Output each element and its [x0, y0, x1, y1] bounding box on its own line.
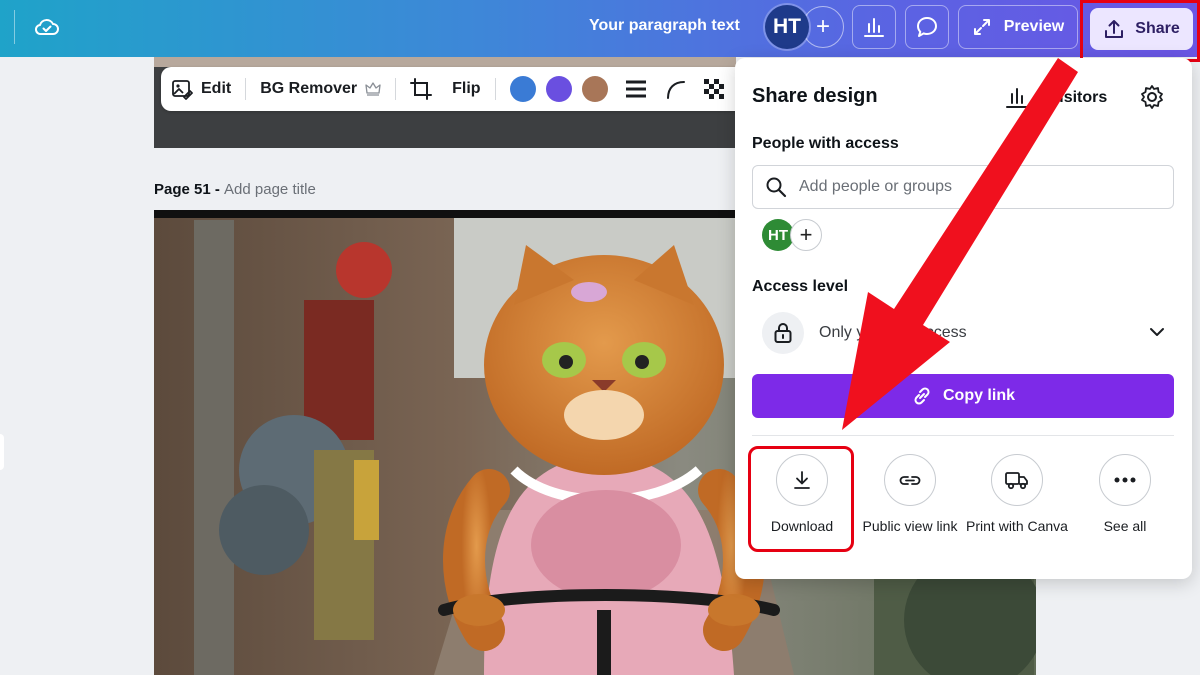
divider: [14, 10, 15, 44]
analytics-button[interactable]: [852, 5, 896, 49]
bg-remover-label: BG Remover: [260, 80, 358, 97]
divider: [245, 78, 247, 100]
add-page-title[interactable]: Add page title: [224, 181, 316, 198]
bg-remover-button[interactable]: BG Remover: [260, 80, 381, 98]
divider: [395, 78, 397, 100]
truck-icon: [1005, 472, 1028, 490]
access-level-dropdown[interactable]: Only you can access: [762, 311, 1174, 355]
share-highlight-box: Share: [1080, 0, 1200, 62]
edit-label: Edit: [201, 80, 232, 97]
add-people-search[interactable]: [752, 165, 1174, 209]
cloud-saved-icon[interactable]: [33, 13, 61, 41]
flip-label: Flip: [452, 80, 481, 97]
upload-icon: [1105, 20, 1124, 38]
preview-label: Preview: [1003, 18, 1065, 35]
context-toolbar: Edit BG Remover Flip: [161, 67, 736, 111]
crop-icon: [410, 78, 433, 100]
public-view-link-option[interactable]: Public view link: [856, 454, 964, 534]
gear-icon[interactable]: [1139, 84, 1165, 110]
link-icon: [899, 476, 921, 485]
top-bar: Your paragraph text + HT Preview Share: [0, 0, 1200, 62]
plus-icon: +: [799, 222, 813, 247]
edit-image-icon: [172, 80, 193, 100]
share-panel: Share design 0 visitors People with acce…: [735, 58, 1192, 579]
copy-link-label: Copy link: [942, 387, 1015, 404]
document-title[interactable]: Your paragraph text: [589, 17, 740, 35]
public-link-circle: [884, 454, 936, 506]
corner-rounding-icon[interactable]: [664, 78, 688, 100]
see-all-option[interactable]: See all: [1071, 454, 1179, 534]
copy-link-button[interactable]: Copy link: [752, 374, 1174, 418]
side-panel-handle[interactable]: [0, 434, 4, 470]
comment-icon: [917, 17, 937, 37]
print-with-canva-label: Print with Canva: [966, 518, 1068, 534]
expand-icon: [973, 19, 990, 35]
user-avatar[interactable]: HT: [765, 5, 809, 49]
more-icon: [1114, 477, 1136, 483]
color-swatch-brown[interactable]: [581, 76, 608, 102]
transparency-icon[interactable]: [703, 79, 724, 99]
see-all-label: See all: [1103, 518, 1147, 534]
color-swatch-purple[interactable]: [545, 76, 572, 102]
page-label: Page 51 - Add page title: [154, 181, 316, 198]
member-list: HT +: [762, 219, 822, 251]
download-highlight-box: [748, 446, 854, 552]
preview-button[interactable]: Preview: [958, 5, 1078, 49]
see-all-circle: [1099, 454, 1151, 506]
share-label: Share: [1135, 20, 1180, 37]
search-icon: [766, 177, 787, 198]
image-strip: [154, 57, 736, 67]
visitors-button[interactable]: 0 visitors: [1005, 87, 1107, 109]
color-swatch-blue[interactable]: [509, 76, 536, 102]
flip-button[interactable]: Flip: [452, 80, 480, 98]
visitors-count: 0 visitors: [1037, 89, 1108, 106]
add-people-input[interactable]: [797, 177, 1141, 197]
public-view-link-label: Public view link: [862, 518, 958, 534]
bar-chart-icon: [864, 18, 884, 37]
people-with-access-heading: People with access: [752, 135, 899, 152]
bar-chart-icon: [1006, 88, 1028, 108]
access-level-value: Only you can access: [819, 324, 967, 341]
chevron-down-icon: [1150, 328, 1164, 336]
plus-icon: +: [815, 13, 830, 40]
edit-image-button[interactable]: Edit: [171, 78, 231, 100]
lock-icon: [774, 323, 792, 343]
access-level-heading: Access level: [752, 278, 849, 295]
page-number: Page 51 -: [154, 181, 225, 198]
divider: [494, 78, 496, 100]
divider: [752, 435, 1174, 436]
crown-icon: [365, 82, 381, 96]
lock-icon-wrap: [762, 312, 804, 354]
print-circle: [991, 454, 1043, 506]
border-style-icon[interactable]: [624, 78, 648, 100]
print-with-canva-option[interactable]: Print with Canva: [963, 454, 1071, 534]
link-icon: [914, 387, 930, 405]
share-button[interactable]: Share: [1090, 8, 1193, 50]
crop-button[interactable]: [410, 78, 433, 100]
comments-button[interactable]: [905, 5, 949, 49]
add-member-button[interactable]: +: [790, 219, 822, 251]
share-panel-title: Share design: [752, 85, 878, 107]
